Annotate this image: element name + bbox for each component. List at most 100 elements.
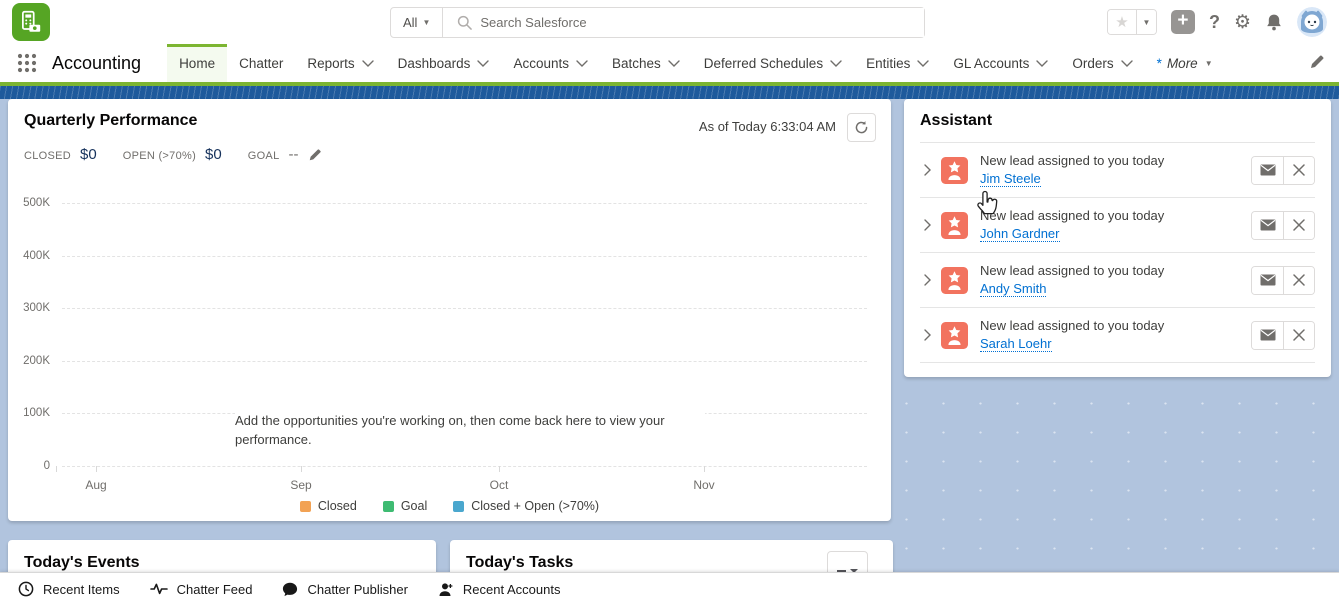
search-icon xyxy=(443,15,480,30)
axis-tick xyxy=(56,466,57,472)
gear-icon[interactable]: ⚙ xyxy=(1234,11,1251,34)
expand-chevron-right[interactable] xyxy=(924,164,931,176)
bell-icon[interactable] xyxy=(1265,13,1283,32)
utility-item-recent-items[interactable]: Recent Items xyxy=(18,581,120,597)
y-axis-label: 0 xyxy=(8,460,50,472)
nav-tabs: HomeChatterReportsDashboards Accounts Batc… xyxy=(167,44,1225,82)
chevron-down-icon xyxy=(830,60,842,67)
x-axis-label: Sep xyxy=(290,478,311,492)
legend-label: Closed + Open (>70%) xyxy=(471,499,599,513)
tab-orders[interactable]: Orders xyxy=(1060,44,1144,82)
axis-tick xyxy=(704,466,705,472)
lead-name-link[interactable]: Jim Steele xyxy=(980,171,1041,187)
tab-deferred-schedules[interactable]: Deferred Schedules xyxy=(692,44,854,82)
y-axis-label: 300K xyxy=(8,302,50,314)
tab-label: Entities xyxy=(866,56,910,71)
utility-item-chatter-publisher[interactable]: Chatter Publisher xyxy=(282,582,407,597)
dismiss-button[interactable] xyxy=(1283,212,1314,239)
salesforce-home-page: All ▼ ★ ▼ + ? ⚙ xyxy=(0,0,1339,605)
tab-label: More xyxy=(1167,56,1198,71)
expand-chevron-right[interactable] xyxy=(924,219,931,231)
tab-batches[interactable]: Batches xyxy=(600,44,692,82)
avatar[interactable] xyxy=(1297,7,1327,37)
refresh-icon xyxy=(854,120,869,135)
search-scope-dropdown[interactable]: All ▼ xyxy=(391,8,443,37)
stat-label: OPEN (>70%) xyxy=(123,150,196,162)
chat-bubble-icon xyxy=(282,582,298,597)
person-icon xyxy=(438,582,454,597)
refresh-button[interactable] xyxy=(847,113,876,142)
email-button[interactable] xyxy=(1252,157,1283,184)
favorites-button-group: ★ ▼ xyxy=(1107,9,1157,35)
search-input[interactable] xyxy=(480,8,924,37)
edit-nav-pencil-icon[interactable] xyxy=(1309,54,1325,75)
gridline xyxy=(62,203,867,204)
lead-name-link[interactable]: Sarah Loehr xyxy=(980,336,1052,352)
assistant-item: New lead assigned to you today John Gardn… xyxy=(920,198,1315,253)
tab-entities[interactable]: Entities xyxy=(854,44,941,82)
stat-value: $0 xyxy=(205,146,222,163)
email-icon xyxy=(1260,164,1276,176)
legend-swatch xyxy=(300,501,311,512)
quarterly-performance-card: Quarterly Performance CLOSED $0 OPEN (>7… xyxy=(8,99,891,521)
lead-name-link[interactable]: Andy Smith xyxy=(980,281,1046,297)
favorite-star-icon[interactable]: ★ xyxy=(1108,10,1136,34)
chevron-right-icon xyxy=(924,219,931,231)
legend-swatch xyxy=(383,501,394,512)
tab-chatter[interactable]: Chatter xyxy=(227,44,295,82)
global-actions-plus-icon[interactable]: + xyxy=(1171,10,1195,34)
performance-chart: 500K400K300K200K100K0 AugSepOctNov Add t… xyxy=(8,195,891,495)
utility-bar: Recent Items Chatter Feed Chatter Publishe… xyxy=(0,572,1339,605)
tab-reports[interactable]: Reports xyxy=(295,44,385,82)
pulse-icon xyxy=(150,582,168,596)
utility-item-label: Recent Accounts xyxy=(463,582,561,597)
axis-tick xyxy=(301,466,302,472)
tab-label: GL Accounts xyxy=(953,56,1029,71)
lead-name-link[interactable]: John Gardner xyxy=(980,226,1060,242)
email-button[interactable] xyxy=(1252,212,1283,239)
chart-empty-message: Add the opportunities you're working on,… xyxy=(235,409,705,451)
favorites-dropdown[interactable]: ▼ xyxy=(1136,10,1156,34)
chevron-right-icon xyxy=(924,329,931,341)
lead-icon xyxy=(941,322,968,349)
tab-dashboards[interactable]: Dashboards xyxy=(386,44,502,82)
email-button[interactable] xyxy=(1252,267,1283,294)
item-actions xyxy=(1251,211,1315,240)
email-button[interactable] xyxy=(1252,322,1283,349)
utility-item-chatter-feed[interactable]: Chatter Feed xyxy=(150,582,253,597)
chevron-down-icon xyxy=(1121,60,1133,67)
assistant-message: New lead assigned to you today xyxy=(980,318,1251,333)
tab-home[interactable]: Home xyxy=(167,44,227,82)
dismiss-button[interactable] xyxy=(1283,322,1314,349)
expand-chevron-right[interactable] xyxy=(924,274,931,286)
chevron-down-icon xyxy=(477,60,489,67)
chevron-down-icon xyxy=(1036,60,1048,67)
tab-accounts[interactable]: Accounts xyxy=(501,44,600,82)
legend-item: Closed xyxy=(300,499,357,513)
dismiss-button[interactable] xyxy=(1283,267,1314,294)
search-scope-label: All xyxy=(403,15,417,30)
assistant-item: New lead assigned to you todayJim Steele xyxy=(920,143,1315,198)
tab-gl-accounts[interactable]: GL Accounts xyxy=(941,44,1060,82)
tab-label: Deferred Schedules xyxy=(704,56,823,71)
stat-value: $0 xyxy=(80,146,97,163)
tab-label: Batches xyxy=(612,56,661,71)
app-launcher-waffle-icon[interactable] xyxy=(16,52,38,74)
app-logo[interactable] xyxy=(12,3,50,41)
y-axis-label: 500K xyxy=(8,197,50,209)
legend-item: Closed + Open (>70%) xyxy=(453,499,599,513)
tab-label: Accounts xyxy=(513,56,569,71)
help-icon[interactable]: ? xyxy=(1209,12,1220,33)
tab-more[interactable]: *More▼ xyxy=(1145,44,1225,82)
dismiss-button[interactable] xyxy=(1283,157,1314,184)
as-of-timestamp: As of Today 6:33:04 AM xyxy=(699,119,836,134)
expand-chevron-right[interactable] xyxy=(924,329,931,341)
edit-goal-pencil-icon[interactable] xyxy=(308,148,322,162)
utility-item-recent-accounts[interactable]: Recent Accounts xyxy=(438,582,561,597)
clock-icon xyxy=(18,581,34,597)
assistant-message: New lead assigned to you today xyxy=(980,208,1251,223)
stat-open: OPEN (>70%) $0 xyxy=(123,146,222,163)
y-axis-label: 100K xyxy=(8,407,50,419)
chevron-right-icon xyxy=(924,274,931,286)
app-navigation-bar: Accounting HomeChatterReportsDashboardsA… xyxy=(0,44,1339,82)
